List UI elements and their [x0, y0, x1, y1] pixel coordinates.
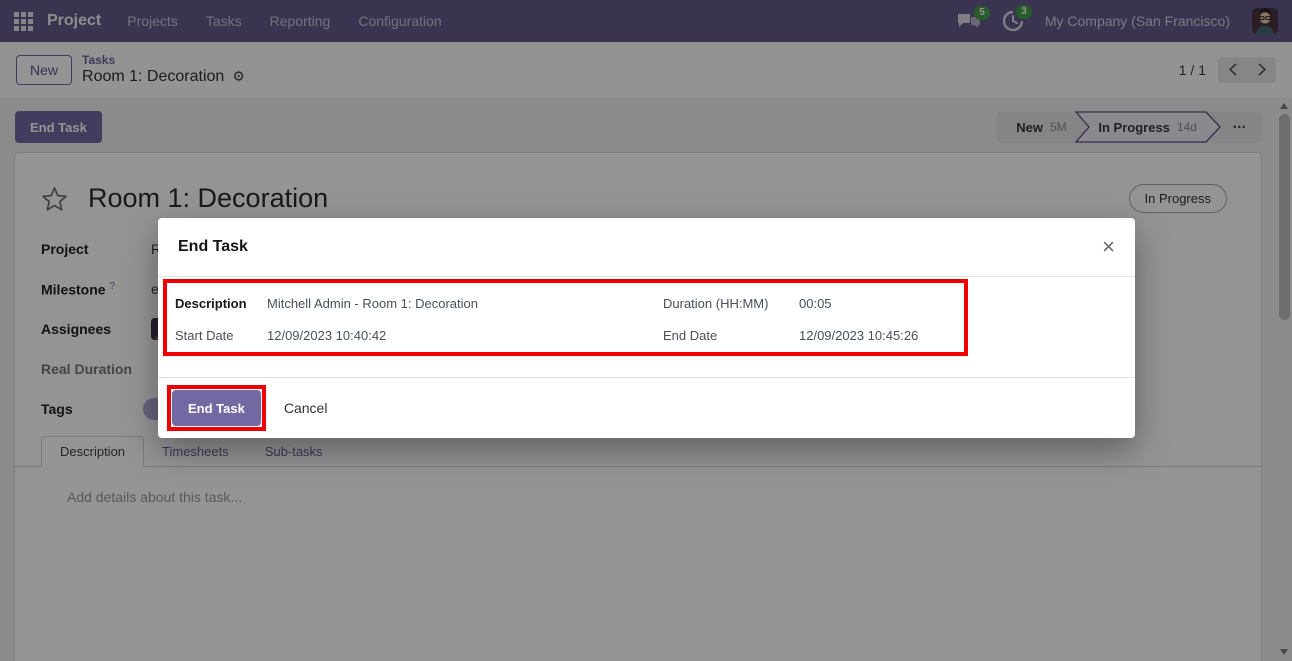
modal-header: End Task × — [158, 218, 1135, 277]
start-date-label: Start Date — [175, 328, 234, 343]
end-task-modal: End Task × Description Mitchell Admin - … — [158, 218, 1135, 438]
modal-title: End Task — [178, 238, 248, 255]
description-label: Description — [175, 296, 247, 311]
end-date-label: End Date — [663, 328, 718, 343]
tutorial-highlight-button: End Task — [167, 385, 266, 431]
close-icon[interactable]: × — [1102, 236, 1115, 258]
description-value[interactable]: Mitchell Admin - Room 1: Decoration — [267, 296, 663, 311]
start-date-value[interactable]: 12/09/2023 10:40:42 — [267, 328, 663, 343]
duration-label: Duration (HH:MM) — [663, 296, 769, 311]
end-date-value[interactable]: 12/09/2023 10:45:26 — [799, 328, 964, 343]
cancel-button[interactable]: Cancel — [278, 399, 334, 417]
modal-footer: End Task Cancel — [158, 377, 1135, 438]
tutorial-highlight-fields: Description Mitchell Admin - Room 1: Dec… — [163, 279, 968, 356]
end-task-confirm-button[interactable]: End Task — [172, 390, 261, 426]
modal-body: Description Mitchell Admin - Room 1: Dec… — [158, 277, 1135, 377]
duration-value[interactable]: 00:05 — [799, 296, 964, 311]
